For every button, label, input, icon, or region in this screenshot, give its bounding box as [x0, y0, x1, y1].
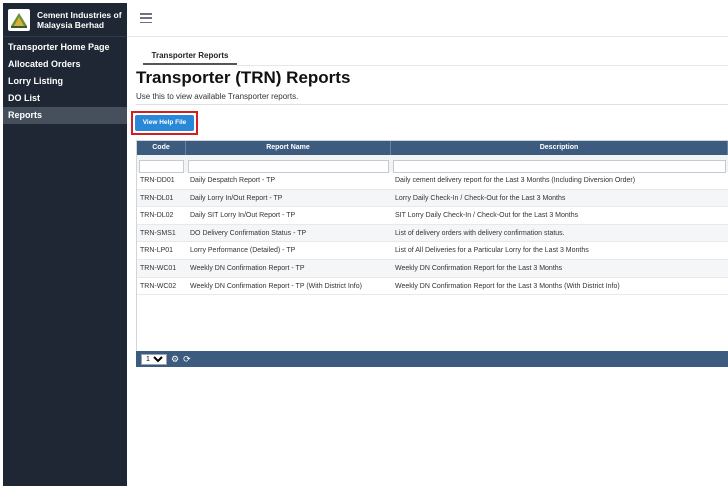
sidebar-item-lorry-listing[interactable]: Lorry Listing	[3, 73, 127, 90]
sidebar-item-do-list[interactable]: DO List	[3, 90, 127, 107]
cell-report-name: Weekly DN Confirmation Report - TP	[190, 264, 305, 272]
cell-report-name: Daily Despatch Report - TP	[190, 177, 276, 184]
sidebar-item-transporter-home[interactable]: Transporter Home Page	[3, 39, 127, 56]
cell-code: TRN-DL01	[140, 194, 174, 202]
table-row[interactable]: TRN-WC02 Weekly DN Confirmation Report -…	[137, 278, 728, 296]
cell-report-name: Weekly DN Confirmation Report - TP (With…	[190, 282, 362, 290]
column-header-description[interactable]: Description	[391, 141, 728, 155]
cell-description: Daily cement delivery report for the Las…	[395, 177, 636, 184]
page-size-select[interactable]: 10	[141, 353, 167, 365]
column-header-code[interactable]: Code	[137, 141, 186, 155]
code-filter-input[interactable]	[139, 159, 184, 173]
gear-icon[interactable]: ⚙	[171, 354, 179, 365]
cell-report-name: Lorry Performance (Detailed) - TP	[190, 247, 296, 255]
cell-description: List of delivery orders with delivery co…	[395, 229, 565, 237]
header-divider	[136, 104, 728, 105]
brand-name-line1: Cement Industries of	[37, 9, 122, 20]
sidebar-item-allocated-orders[interactable]: Allocated Orders	[3, 56, 127, 73]
sidebar-nav: Transporter Home Page Allocated Orders L…	[3, 39, 127, 124]
table-row[interactable]: TRN-WC01 Weekly DN Confirmation Report -…	[137, 259, 728, 278]
sidebar: Cement Industries of Malaysia Berhad Tra…	[3, 3, 127, 486]
refresh-icon[interactable]: ⟳	[183, 354, 191, 365]
view-help-file-button[interactable]: View Help File	[135, 115, 194, 131]
table-row[interactable]: TRN-DL02 Daily SIT Lorry In/Out Report -…	[137, 207, 728, 225]
hamburger-icon[interactable]	[140, 13, 152, 24]
tab-divider	[237, 65, 728, 66]
table-row[interactable]: TRN-LP01 Lorry Performance (Detailed) - …	[137, 242, 728, 260]
page-subtitle: Use this to view available Transporter r…	[136, 92, 299, 101]
cell-code: TRN-WC01	[140, 264, 177, 272]
page-title: Transporter (TRN) Reports	[136, 68, 351, 87]
cell-report-name: Daily SIT Lorry In/Out Report - TP	[190, 212, 296, 220]
grid-header: Code Report Name Description	[137, 141, 728, 155]
sidebar-item-reports[interactable]: Reports	[3, 107, 127, 124]
column-header-report-name[interactable]: Report Name	[186, 141, 391, 155]
cell-report-name: DO Delivery Confirmation Status - TP	[190, 229, 307, 237]
company-logo-icon	[8, 8, 30, 31]
cell-description: Lorry Daily Check-In / Check-Out for the…	[395, 194, 566, 202]
reports-grid: Code Report Name Description TRN-DD01 Da…	[136, 140, 728, 367]
cell-code: TRN-DL02	[140, 212, 174, 220]
filter-row	[137, 155, 728, 173]
grid-body: TRN-DD01 Daily Despatch Report - TP Dail…	[137, 172, 728, 296]
table-row[interactable]: TRN-SMS1 DO Delivery Confirmation Status…	[137, 224, 728, 243]
cell-code: TRN-LP01	[140, 247, 174, 255]
table-row[interactable]: TRN-DL01 Daily Lorry In/Out Report - TP …	[137, 189, 728, 208]
report-name-filter-input[interactable]	[188, 159, 389, 173]
cell-code: TRN-SMS1	[140, 229, 176, 237]
cell-code: TRN-WC02	[140, 282, 177, 290]
cell-description: List of All Deliveries for a Particular …	[395, 247, 589, 255]
grid-pager: 10 ⚙ ⟳	[136, 351, 728, 367]
cell-report-name: Daily Lorry In/Out Report - TP	[190, 194, 283, 202]
cell-description: Weekly DN Confirmation Report for the La…	[395, 282, 620, 290]
app-window: Cement Industries of Malaysia Berhad Tra…	[3, 3, 728, 486]
cell-description: SIT Lorry Daily Check-In / Check-Out for…	[395, 212, 579, 220]
main-content: Transporter Reports Transporter (TRN) Re…	[127, 38, 728, 486]
brand-name: Cement Industries of Malaysia Berhad	[37, 10, 122, 30]
cell-description: Weekly DN Confirmation Report for the La…	[395, 264, 563, 272]
tab-transporter-reports[interactable]: Transporter Reports	[143, 49, 237, 65]
brand-name-line2: Malaysia Berhad	[37, 19, 105, 30]
brand[interactable]: Cement Industries of Malaysia Berhad	[3, 3, 127, 37]
cell-code: TRN-DD01	[140, 177, 175, 184]
topbar	[127, 3, 728, 37]
table-row[interactable]: TRN-DD01 Daily Despatch Report - TP Dail…	[137, 172, 728, 190]
description-filter-input[interactable]	[393, 159, 726, 173]
